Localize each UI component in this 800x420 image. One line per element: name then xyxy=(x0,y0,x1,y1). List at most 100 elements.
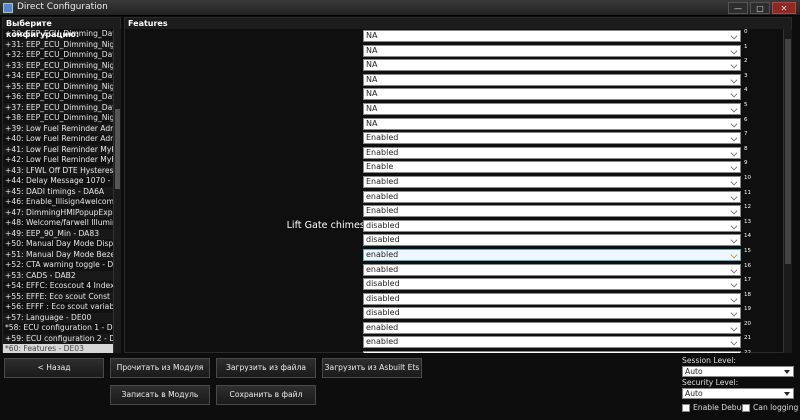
config-list-item[interactable]: +49: EEP_90_Min - DA83 xyxy=(3,228,113,239)
config-list-item[interactable]: +30: EEP_ECU_Dimming_DayTab xyxy=(3,29,113,40)
feature-bit-index: 18 xyxy=(744,291,751,298)
feature-value-select[interactable]: enabled xyxy=(363,248,741,261)
config-list-item[interactable]: +44: Delay Message 1070 - DA6 xyxy=(3,176,113,187)
security-level-select[interactable]: Auto xyxy=(682,388,794,399)
config-list-item[interactable]: +48: Welcome/farwell Illuminatio xyxy=(3,218,113,229)
config-list-item[interactable]: *58: ECU configuration 1 - DE01 xyxy=(3,323,113,334)
feature-bit-index: 8 xyxy=(744,145,748,152)
config-list-item[interactable]: +47: DimmingHMIPopupExpiryTin xyxy=(3,207,113,218)
chevron-down-icon xyxy=(730,178,738,186)
feature-bit-index: 0 xyxy=(744,29,748,35)
feature-value-select[interactable]: Enable xyxy=(363,161,741,174)
feature-value-select[interactable]: NA xyxy=(363,59,741,72)
config-list-item[interactable]: +51: Manual Day Mode Bezel - D xyxy=(3,249,113,260)
config-list-item[interactable]: +42: Low Fuel Reminder MyKey I xyxy=(3,155,113,166)
feature-value-select[interactable]: NA xyxy=(363,88,741,101)
feature-value-select[interactable]: disabled xyxy=(363,292,741,305)
config-list[interactable]: +30: EEP_ECU_Dimming_DayTab+31: EEP_ECU_… xyxy=(3,29,113,353)
config-list-item[interactable]: +37: EEP_ECU_Dimming_DayTab xyxy=(3,102,113,113)
chevron-down-icon xyxy=(730,76,738,84)
feature-value-select[interactable]: Enabled xyxy=(363,146,741,159)
chevron-down-icon xyxy=(730,324,738,332)
chevron-down-icon xyxy=(730,222,738,230)
chevron-down-icon xyxy=(730,61,738,69)
feature-value-select[interactable]: enabled xyxy=(363,321,741,334)
feature-value: Enabled xyxy=(366,176,399,186)
feature-value: Enabled xyxy=(366,147,399,157)
feature-value-select[interactable]: enabled xyxy=(363,351,741,353)
feature-value-select[interactable]: disabled xyxy=(363,307,741,320)
load-file-button[interactable]: Загрузить из файла xyxy=(216,358,316,378)
features-scroll-thumb[interactable] xyxy=(785,39,791,264)
feature-value-select[interactable]: enabled xyxy=(363,190,741,203)
feature-bit-index: 5 xyxy=(744,101,748,108)
config-list-item[interactable]: +36: EEP_ECU_Dimming_DayTab xyxy=(3,92,113,103)
feature-value: enabled xyxy=(366,264,399,274)
feature-value-select[interactable]: disabled xyxy=(363,219,741,232)
feature-value: NA xyxy=(366,89,378,99)
config-list-item[interactable]: *60: Features - DE03 xyxy=(3,344,113,353)
feature-row: Navigation Repeater:disabled19 xyxy=(125,306,783,321)
load-asbuilt-button[interactable]: Загрузить из Asbuilt Ets xyxy=(322,358,422,378)
save-file-button[interactable]: Сохранить в файл xyxy=(216,385,316,405)
config-list-item[interactable]: +43: LFWL Off DTE Hysteresis - I xyxy=(3,165,113,176)
feature-row: AFS:Enabled7 xyxy=(125,131,783,146)
feature-value-select[interactable]: NA xyxy=(363,73,741,86)
config-list-item[interactable]: +32: EEP_ECU_Dimming_DayTab xyxy=(3,50,113,61)
maximize-button[interactable]: □ xyxy=(750,2,770,14)
config-list-item[interactable]: +57: Language - DE00 xyxy=(3,312,113,323)
feature-row: TPMS:disabled18 xyxy=(125,292,783,307)
write-module-button[interactable]: Записать в Модуль xyxy=(110,385,210,405)
feature-bit-index: 10 xyxy=(744,174,751,181)
config-list-item[interactable]: +41: Low Fuel Reminder MyKey I xyxy=(3,144,113,155)
minimize-button[interactable]: — xyxy=(728,2,748,14)
config-list-scroll-thumb[interactable] xyxy=(115,109,120,189)
config-list-item[interactable]: +55: EFFE: Eco scout Const para xyxy=(3,291,113,302)
config-list-item[interactable]: +38: EEP_ECU_Dimming_NightTa xyxy=(3,113,113,124)
config-list-item[interactable]: +52: CTA warning toggle - DAB1 xyxy=(3,260,113,271)
feature-row: AEIS:Enabled8 xyxy=(125,146,783,161)
feature-value-select[interactable]: NA xyxy=(363,44,741,57)
feature-row: Distance Indication:enabled11 xyxy=(125,190,783,205)
feature-value-select[interactable]: NA xyxy=(363,117,741,130)
config-list-item[interactable]: +45: DADI timings - DA6A xyxy=(3,186,113,197)
feature-bit-index: 19 xyxy=(744,306,751,313)
read-module-button[interactable]: Прочитать из Модуля xyxy=(110,358,210,378)
feature-value-select[interactable]: Enabled xyxy=(363,175,741,188)
config-list-item[interactable]: +34: EEP_ECU_Dimming_DayTab xyxy=(3,71,113,82)
config-list-item[interactable]: +31: EEP_ECU_Dimming_NightTa xyxy=(3,39,113,50)
dropdown-arrow-icon xyxy=(784,370,790,374)
config-list-scrollbar[interactable] xyxy=(113,29,121,353)
config-list-item[interactable]: +33: EEP_ECU_Dimming_NightTa xyxy=(3,60,113,71)
feature-value: disabled xyxy=(366,235,400,245)
feature-value: disabled xyxy=(366,279,400,289)
chevron-down-icon xyxy=(730,149,738,157)
feature-value-select[interactable]: enabled xyxy=(363,336,741,349)
chevron-down-icon xyxy=(730,90,738,98)
config-list-item[interactable]: +56: EFFF : Eco scout variable P xyxy=(3,302,113,313)
config-list-item[interactable]: +59: ECU configuration 2 - DE02 xyxy=(3,333,113,344)
config-list-item[interactable]: +35: EEP_ECU_Dimming_NightTa xyxy=(3,81,113,92)
can-logging-checkbox[interactable] xyxy=(742,404,750,412)
config-list-item[interactable]: +53: CADS - DAB2 xyxy=(3,270,113,281)
config-list-item[interactable]: +50: Manual Day Mode Display - xyxy=(3,239,113,250)
feature-value-select[interactable]: Enabled xyxy=(363,205,741,218)
feature-value-select[interactable]: NA xyxy=(363,30,741,42)
config-list-item[interactable]: +40: Low Fuel Reminder Admin I xyxy=(3,134,113,145)
config-list-item[interactable]: +39: Low Fuel Reminder Admin I xyxy=(3,123,113,134)
feature-value-select[interactable]: NA xyxy=(363,102,741,115)
feature-value-select[interactable]: Enabled xyxy=(363,132,741,145)
feature-value-select[interactable]: disabled xyxy=(363,278,741,291)
feature-value-select[interactable]: enabled xyxy=(363,263,741,276)
feature-value-select[interactable]: disabled xyxy=(363,234,741,247)
enable-debug-checkbox[interactable] xyxy=(682,404,690,412)
config-list-item[interactable]: +54: EFFC: Ecoscout 4 Index and xyxy=(3,281,113,292)
features-scrollbar[interactable] xyxy=(783,29,792,353)
session-level-select[interactable]: Auto xyxy=(682,366,794,377)
chevron-down-icon xyxy=(730,32,738,40)
feature-bit-index: 6 xyxy=(744,116,748,123)
close-button[interactable]: ✕ xyxy=(772,2,796,14)
back-button[interactable]: < Назад xyxy=(4,358,104,378)
feature-row: not used 30:NA1 xyxy=(125,44,783,59)
config-list-item[interactable]: +46: Enable_Illisign4welcome - D xyxy=(3,197,113,208)
